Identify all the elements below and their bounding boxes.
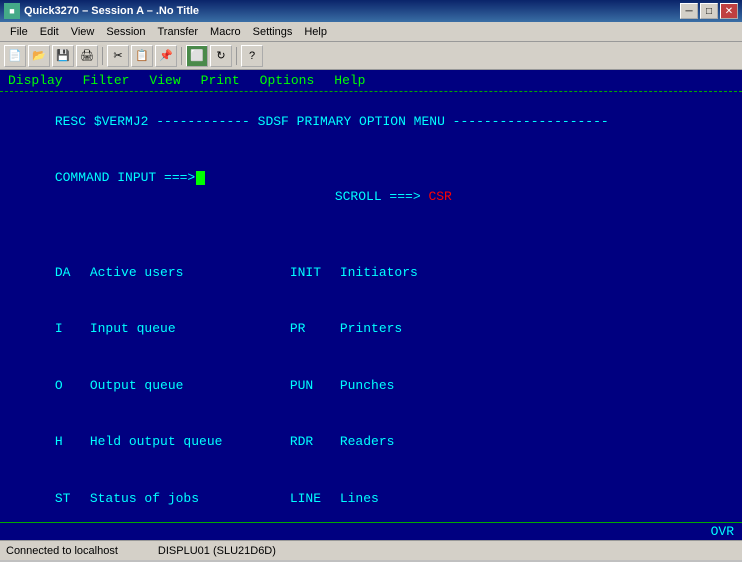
menu-transfer[interactable]: Transfer <box>152 24 205 40</box>
connected-status: Connected to localhost <box>6 545 118 557</box>
menu-help[interactable]: Help <box>298 24 333 40</box>
window-controls: ─ □ ✕ <box>680 3 738 19</box>
minimize-button[interactable]: ─ <box>680 3 698 19</box>
term-menu-options[interactable]: Options <box>260 73 315 88</box>
blank-line-1 <box>8 226 734 245</box>
cursor <box>196 171 205 185</box>
toolbar-help[interactable]: ? <box>241 45 263 67</box>
toolbar-connect[interactable]: ⬜ <box>186 45 208 67</box>
menu-row-3: HHeld output queueRDRReaders <box>8 414 734 471</box>
toolbar-refresh[interactable]: ↻ <box>210 45 232 67</box>
window-title: Quick3270 – Session A – .No Title <box>24 5 680 17</box>
terminal-menu-bar: Display Filter View Print Options Help <box>0 70 742 92</box>
menu-row-1: IInput queuePRPrinters <box>8 301 734 358</box>
toolbar-paste[interactable]: 📌 <box>155 45 177 67</box>
ovr-status-bar: OVR <box>0 522 742 540</box>
term-menu-print[interactable]: Print <box>201 73 240 88</box>
terminal-area[interactable]: Display Filter View Print Options Help R… <box>0 70 742 522</box>
toolbar-sep1 <box>102 47 103 65</box>
title-bar: ■ Quick3270 – Session A – .No Title ─ □ … <box>0 0 742 22</box>
toolbar-save[interactable]: 💾 <box>52 45 74 67</box>
command-line[interactable]: COMMAND INPUT ===> SCROLL ===> CSR <box>8 151 734 226</box>
session-id: DISPLU01 (SLU21D6D) <box>158 545 276 557</box>
term-menu-view[interactable]: View <box>149 73 180 88</box>
maximize-button[interactable]: □ <box>700 3 718 19</box>
menu-row-4: STStatus of jobsLINELines <box>8 471 734 522</box>
toolbar-print[interactable]: 🖨 <box>76 45 98 67</box>
menu-file[interactable]: File <box>4 24 34 40</box>
menu-view[interactable]: View <box>65 24 101 40</box>
menu-row-0: DAActive usersINITInitiators <box>8 245 734 302</box>
close-button[interactable]: ✕ <box>720 3 738 19</box>
ovr-label: OVR <box>711 524 734 539</box>
term-menu-help[interactable]: Help <box>334 73 365 88</box>
toolbar-new[interactable]: 📄 <box>4 45 26 67</box>
menu-edit[interactable]: Edit <box>34 24 65 40</box>
app-icon: ■ <box>4 3 20 19</box>
menu-settings[interactable]: Settings <box>247 24 299 40</box>
term-menu-display[interactable]: Display <box>8 73 63 88</box>
term-menu-filter[interactable]: Filter <box>83 73 130 88</box>
toolbar-cut[interactable]: ✂ <box>107 45 129 67</box>
menu-macro[interactable]: Macro <box>204 24 247 40</box>
toolbar-sep2 <box>181 47 182 65</box>
toolbar-sep3 <box>236 47 237 65</box>
toolbar-copy[interactable]: 📋 <box>131 45 153 67</box>
bottom-status-bar: Connected to localhost DISPLU01 (SLU21D6… <box>0 540 742 560</box>
sdsf-header: RESC $VERMJ2 ------------ SDSF PRIMARY O… <box>8 94 734 151</box>
menu-row-2: OOutput queuePUNPunches <box>8 358 734 415</box>
terminal-content: RESC $VERMJ2 ------------ SDSF PRIMARY O… <box>0 92 742 522</box>
toolbar-open[interactable]: 📂 <box>28 45 50 67</box>
menu-bar: File Edit View Session Transfer Macro Se… <box>0 22 742 42</box>
menu-session[interactable]: Session <box>100 24 151 40</box>
toolbar: 📄 📂 💾 🖨 ✂ 📋 📌 ⬜ ↻ ? <box>0 42 742 70</box>
